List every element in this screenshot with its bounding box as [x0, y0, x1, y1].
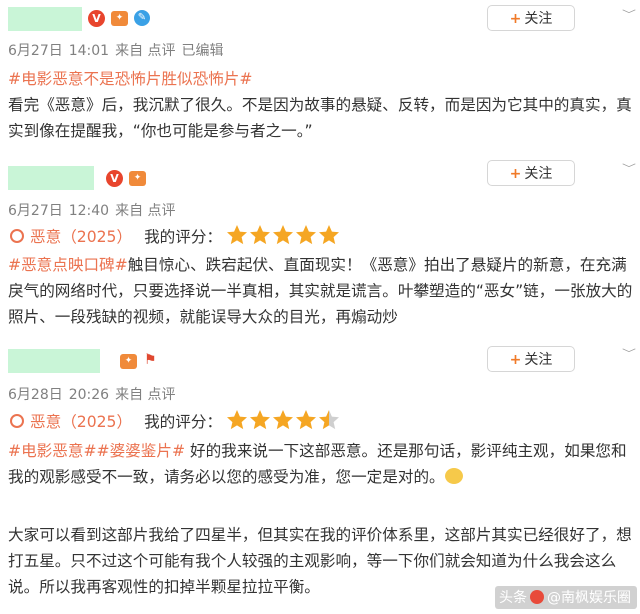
post-time: 12:40	[68, 203, 110, 219]
follow-label: 关注	[524, 11, 553, 27]
star-icon	[319, 225, 340, 245]
star-icon	[250, 410, 271, 430]
film-title[interactable]: 恶意（2025）	[30, 413, 132, 431]
post-body: #电影恶意##婆婆鉴片# 好的我来说一下这部恶意。还是那句话，影评纯主观，如果您…	[8, 438, 638, 490]
follow-button[interactable]: + 关注	[487, 346, 575, 372]
film-icon	[10, 414, 24, 428]
star-icon	[273, 225, 294, 245]
rating-stars	[226, 224, 341, 253]
watermark-handle: @南枫娱乐圈	[547, 590, 631, 606]
post-date: 6月27日	[8, 203, 63, 219]
rating-stars	[226, 409, 341, 438]
post-body: #电影恶意不是恐怖片胜似恐怖片# 看完《恶意》后，我沉默了很久。不是因为故事的悬…	[8, 66, 638, 144]
watermark: 头条 @南枫娱乐圈	[495, 586, 637, 609]
emoji-icon	[444, 468, 463, 484]
username-redacted[interactable]	[8, 349, 100, 373]
chevron-down-icon[interactable]: ﹀	[622, 161, 636, 175]
level-badge-icon: ✦	[129, 171, 146, 186]
post-meta: 6月27日 12:40 来自 点评	[8, 200, 182, 220]
post-source[interactable]: 来自 点评	[115, 203, 175, 219]
verified-icon: V	[88, 10, 105, 27]
level-badge-icon: ✦	[111, 11, 128, 26]
post-source[interactable]: 来自 点评	[115, 43, 175, 59]
rating-label: 我的评分：	[144, 413, 223, 431]
film-rating[interactable]: 恶意（2025） 我的评分：	[10, 409, 341, 435]
film-rating[interactable]: 恶意（2025） 我的评分：	[10, 224, 341, 250]
rating-label: 我的评分：	[144, 228, 223, 246]
film-title[interactable]: 恶意（2025）	[30, 228, 132, 246]
post-source[interactable]: 来自 点评	[115, 387, 175, 403]
follow-button[interactable]: + 关注	[487, 160, 575, 186]
film-icon	[10, 229, 24, 243]
username-redacted[interactable]	[8, 7, 82, 31]
post-time: 20:26	[68, 387, 110, 403]
star-icon	[250, 225, 271, 245]
hashtag-link[interactable]: #电影恶意不是恐怖片胜似恐怖片#	[8, 70, 252, 88]
flag-icon: ⚑	[144, 352, 157, 368]
star-icon	[319, 410, 340, 430]
post-body: #恶意点映口碑#触目惊心、跌宕起伏、直面现实！《恶意》拍出了悬疑片的新意，在充满…	[8, 252, 638, 330]
watermark-logo-icon	[530, 590, 544, 604]
star-icon	[273, 410, 294, 430]
username-redacted[interactable]	[8, 166, 94, 190]
star-icon	[227, 410, 248, 430]
post-text: 看完《恶意》后，我沉默了很久。不是因为故事的悬疑、反转，而是因为它其中的真实，真…	[8, 96, 632, 140]
hashtag-link[interactable]: #恶意点映口碑#	[8, 256, 128, 274]
blue-badge-icon: ✎	[134, 10, 150, 26]
post-date: 6月27日	[8, 43, 63, 59]
post-meta: 6月28日 20:26 来自 点评	[8, 384, 182, 404]
level-badge-icon: ✦	[120, 354, 137, 369]
verified-icon: V	[106, 170, 123, 187]
chevron-down-icon[interactable]: ﹀	[622, 346, 636, 360]
follow-label: 关注	[524, 166, 553, 182]
star-icon	[296, 410, 317, 430]
post-date: 6月28日	[8, 387, 63, 403]
post-meta: 6月27日 14:01 来自 点评 已编辑	[8, 40, 230, 60]
post-time: 14:01	[68, 43, 110, 59]
star-icon	[296, 225, 317, 245]
watermark-prefix: 头条	[499, 590, 527, 606]
post-edited[interactable]: 已编辑	[182, 43, 224, 59]
chevron-down-icon[interactable]: ﹀	[622, 7, 636, 21]
follow-label: 关注	[524, 352, 553, 368]
star-icon	[227, 225, 248, 245]
follow-button[interactable]: + 关注	[487, 5, 575, 31]
hashtag-link[interactable]: #电影恶意##婆婆鉴片#	[8, 442, 185, 460]
